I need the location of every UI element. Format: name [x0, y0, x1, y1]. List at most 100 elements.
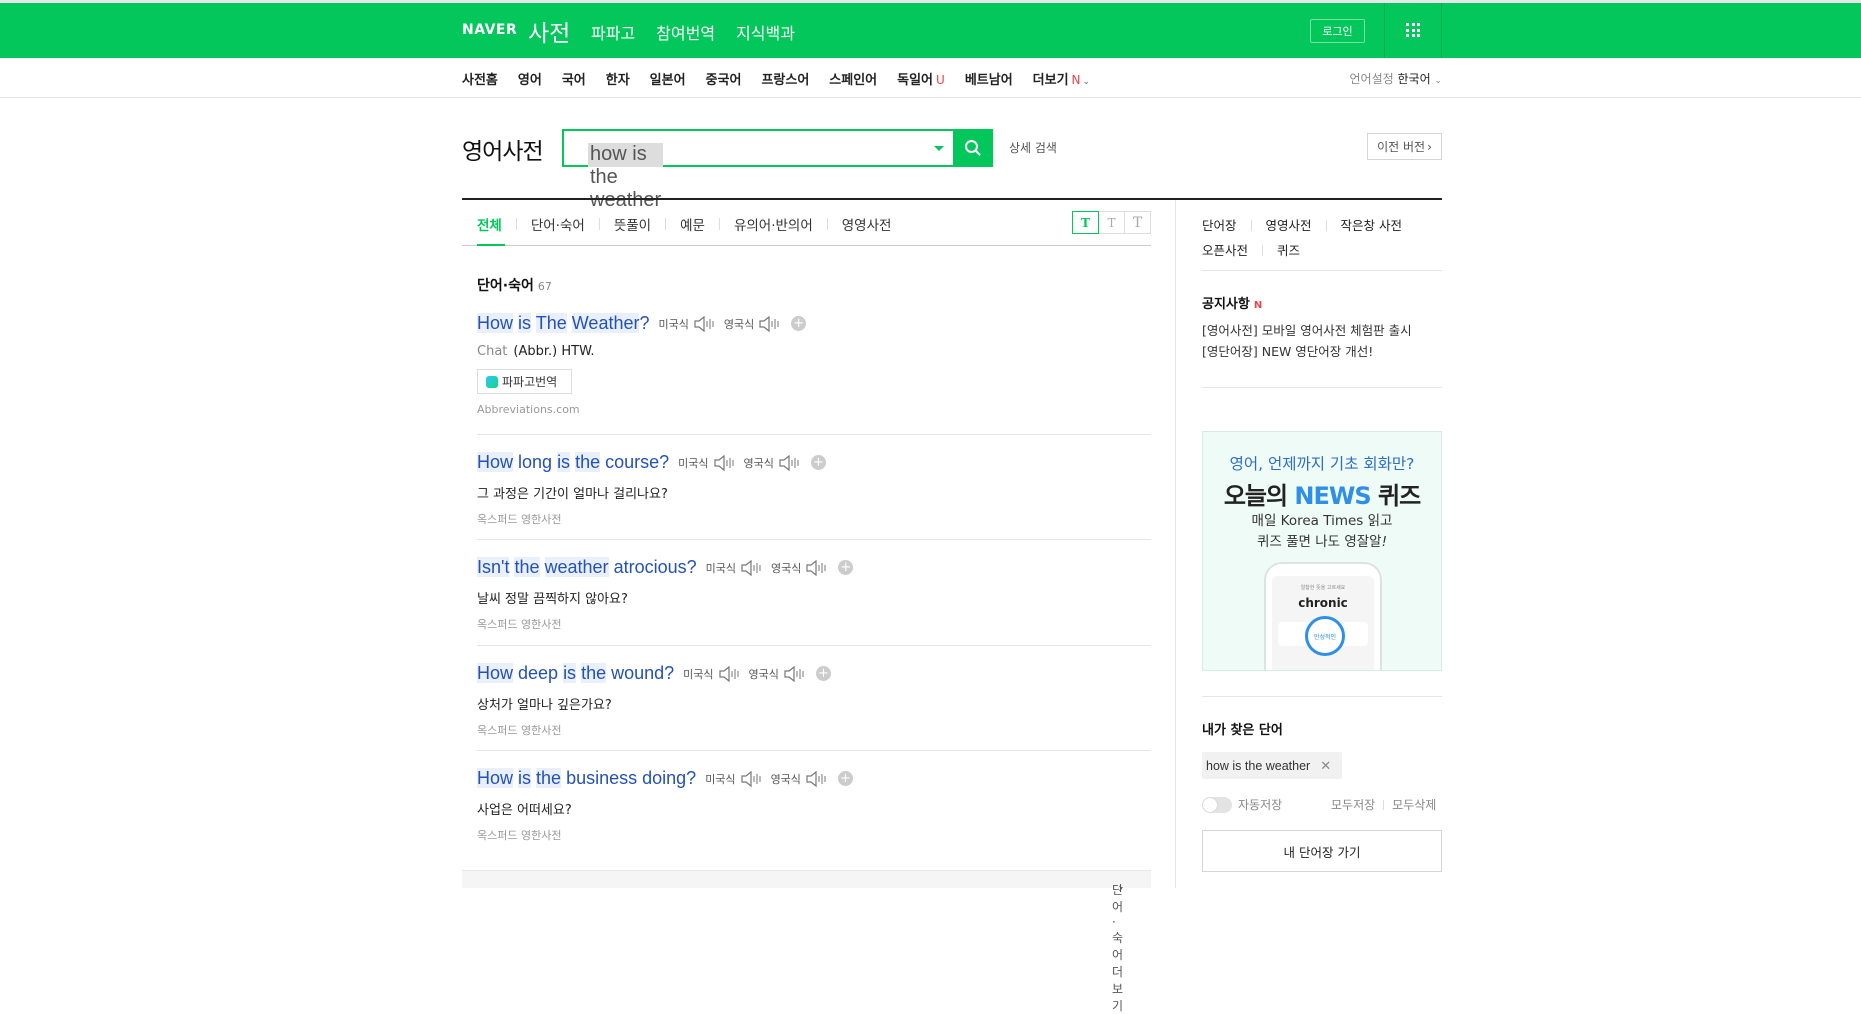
- login-button[interactable]: 로그인: [1310, 19, 1365, 43]
- pronunciation-us: 미국식: [705, 770, 761, 788]
- auto-save-toggle[interactable]: 자동저장: [1202, 796, 1282, 813]
- lnb-item-more[interactable]: 더보기: [1033, 73, 1069, 88]
- tab-words-idioms[interactable]: 단어·숙어: [517, 214, 599, 234]
- highlight: is: [518, 313, 532, 333]
- speaker-icon[interactable]: [783, 665, 805, 683]
- entry-source[interactable]: 옥스퍼드 영한사전: [477, 511, 1151, 527]
- gnb-menu-encyclopedia[interactable]: 지식백과: [736, 20, 795, 44]
- toggle-switch[interactable]: [1202, 796, 1232, 813]
- search-button[interactable]: [953, 129, 993, 167]
- page-title: 영어사전: [462, 139, 544, 165]
- detail-search-link[interactable]: 상세 검색: [1009, 139, 1057, 156]
- gnb-menu-participation[interactable]: 참여번역: [656, 20, 715, 44]
- tab-all[interactable]: 전체: [477, 214, 516, 234]
- font-size-small-button[interactable]: T: [1072, 211, 1099, 234]
- lnb-item-more-wrap[interactable]: 더보기 N ⌄: [1033, 69, 1090, 88]
- auto-save-label: 자동저장: [1238, 798, 1283, 812]
- grid-icon[interactable]: [1406, 23, 1420, 37]
- language-setting[interactable]: 언어설정 한국어 ⌄: [1350, 70, 1443, 87]
- more-results-label: 단어·숙어 더보기: [1111, 883, 1123, 1013]
- prev-version-label: 이전 버전: [1377, 140, 1426, 154]
- entry-source[interactable]: 옥스퍼드 영한사전: [477, 827, 1151, 843]
- entry-word-link[interactable]: How is the business doing?: [477, 768, 696, 789]
- entry-word-link[interactable]: How deep is the wound?: [477, 663, 674, 684]
- phone-illustration: 알찹한 뜻을 고르세요 chronic 만성적인: [1264, 562, 1382, 670]
- entry-source[interactable]: 옥스퍼드 영한사전: [477, 722, 1151, 738]
- divider: [477, 750, 1151, 751]
- pronunciation-uk: 영국식: [724, 315, 780, 333]
- add-to-wordbook-icon[interactable]: +: [810, 455, 826, 470]
- word-text: ?: [639, 313, 650, 333]
- new-badge: N: [1253, 300, 1263, 311]
- add-to-wordbook-icon[interactable]: +: [838, 560, 854, 575]
- banner-headline-text: 퀴즈: [1370, 482, 1421, 510]
- lnb-item-english[interactable]: 영어: [518, 69, 542, 88]
- tab-examples[interactable]: 예문: [666, 214, 719, 234]
- word-text: business doing?: [561, 768, 697, 788]
- speaker-icon[interactable]: [805, 770, 827, 788]
- side-link-wordbook[interactable]: 단어장: [1202, 213, 1251, 238]
- papago-translate-button[interactable]: 파파고번역: [477, 369, 572, 394]
- side-link-mini-dictionary[interactable]: 작은창 사전: [1327, 213, 1416, 238]
- tab-synonyms[interactable]: 유의어·반의어: [720, 214, 827, 234]
- lnb-item-spanish[interactable]: 스페인어: [829, 69, 877, 88]
- lnb-item-german[interactable]: 독일어: [897, 73, 933, 88]
- speaker-icon[interactable]: [740, 559, 762, 577]
- dictionary-logo[interactable]: 사전: [528, 14, 570, 48]
- more-results-bar[interactable]: 단어·숙어 더보기 ›: [462, 870, 1151, 1013]
- delete-all-link[interactable]: 모두삭제: [1392, 796, 1436, 813]
- highlight: Isn't: [477, 557, 510, 577]
- pronunciation-label: 미국식: [678, 456, 709, 470]
- entry-meaning: (Abbr.) HTW.: [513, 344, 595, 359]
- close-icon[interactable]: ✕: [1320, 758, 1331, 774]
- speaker-icon[interactable]: [713, 454, 735, 472]
- side-link-open-dictionary[interactable]: 오픈사전: [1202, 238, 1262, 263]
- entry-word-link[interactable]: How is The Weather?: [477, 313, 649, 334]
- autocomplete-toggle-icon[interactable]: [934, 146, 944, 151]
- speaker-icon[interactable]: [740, 770, 762, 788]
- font-size-large-button[interactable]: T: [1124, 211, 1151, 234]
- highlight: weather: [544, 557, 609, 577]
- lnb-item-japanese[interactable]: 일본어: [650, 69, 686, 88]
- add-to-wordbook-icon[interactable]: +: [815, 666, 831, 681]
- notice-item[interactable]: [영어사전] 모바일 영어사전 체험판 출시: [1202, 320, 1442, 341]
- list-item: How is the business doing? 미국식 영국식 + 사업은…: [477, 768, 1151, 843]
- lnb-item-home[interactable]: 사전홈: [462, 69, 498, 88]
- add-to-wordbook-icon[interactable]: +: [791, 316, 807, 331]
- speaker-icon[interactable]: [805, 559, 827, 577]
- lnb-item-german-wrap[interactable]: 독일어 U: [897, 69, 945, 88]
- side-link-english-english[interactable]: 영영사전: [1252, 213, 1326, 238]
- searched-word-chip[interactable]: how is the weather ✕: [1202, 752, 1343, 779]
- lnb-item-chinese[interactable]: 중국어: [706, 69, 742, 88]
- speaker-icon[interactable]: [778, 454, 800, 472]
- pronunciation-label: 영국식: [743, 456, 774, 470]
- news-quiz-banner[interactable]: 영어, 언제까지 기초 회화만? 오늘의 NEWS 퀴즈 매일 Korea Ti…: [1202, 431, 1442, 671]
- notice-item[interactable]: [영단어장] NEW 영단어장 개선!: [1202, 341, 1442, 362]
- entry-word-link[interactable]: Isn't the weather atrocious?: [477, 557, 697, 578]
- lnb-item-korean[interactable]: 국어: [562, 69, 586, 88]
- part-of-speech: Chat: [477, 344, 508, 359]
- speaker-icon[interactable]: [718, 665, 740, 683]
- speaker-icon[interactable]: [693, 315, 715, 333]
- side-link-quiz[interactable]: 퀴즈: [1263, 238, 1314, 263]
- save-all-link[interactable]: 모두저장: [1331, 796, 1375, 813]
- font-size-medium-button[interactable]: T: [1098, 211, 1125, 234]
- naver-logo[interactable]: NAVER: [462, 22, 517, 38]
- lnb-item-french[interactable]: 프랑스어: [761, 69, 809, 88]
- prev-version-button[interactable]: 이전 버전 ›: [1367, 133, 1442, 160]
- entry-meaning: 사업은 어떠세요?: [477, 803, 572, 818]
- search-box[interactable]: how is the weather: [562, 129, 955, 211]
- search-input[interactable]: how is the weather: [588, 143, 664, 211]
- entry-word-link[interactable]: How long is the course?: [477, 452, 669, 473]
- go-wordbook-button[interactable]: 내 단어장 가기: [1202, 830, 1442, 872]
- tab-definitions[interactable]: 뜻풀이: [600, 214, 665, 234]
- speaker-icon[interactable]: [758, 315, 780, 333]
- lnb-item-hanja[interactable]: 한자: [606, 69, 630, 88]
- gnb-menu-papago[interactable]: 파파고: [591, 20, 635, 44]
- tab-english-english[interactable]: 영영사전: [828, 214, 906, 234]
- phone-answer-circle: 만성적인: [1305, 616, 1345, 656]
- lnb-item-vietnamese[interactable]: 베트남어: [965, 69, 1013, 88]
- entry-source[interactable]: 옥스퍼드 영한사전: [477, 616, 1151, 632]
- entry-source[interactable]: Abbreviations.com: [477, 403, 1151, 416]
- add-to-wordbook-icon[interactable]: +: [837, 771, 853, 786]
